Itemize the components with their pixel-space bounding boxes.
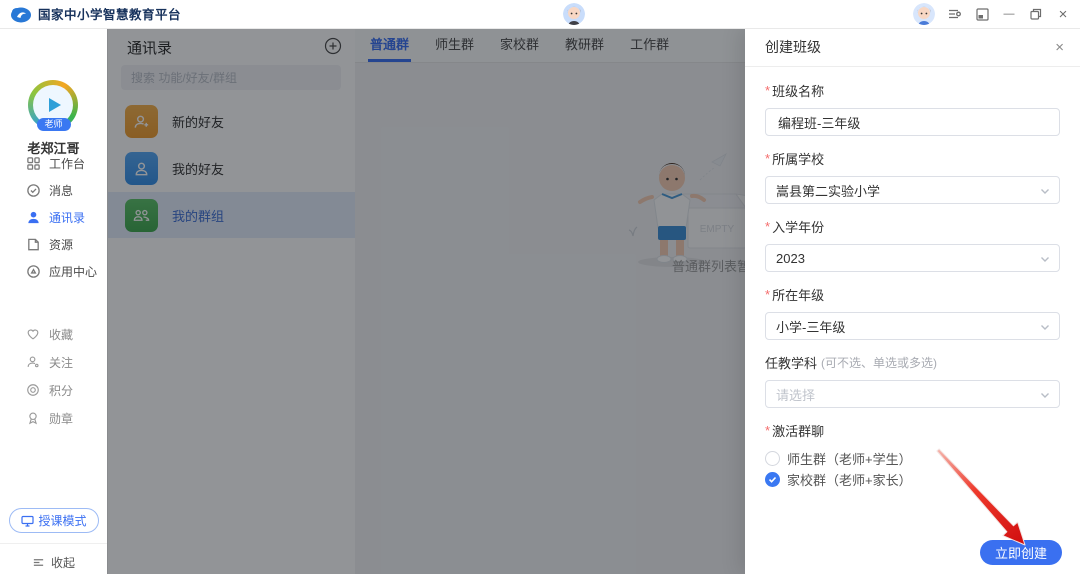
sidebar-item-label: 收藏 [49,326,73,343]
app-center-icon [26,264,41,279]
heart-icon [26,327,41,342]
chevron-down-icon [1040,322,1050,332]
message-icon [26,183,41,198]
required-marker: * [765,287,770,302]
enroll-year-select-value: 2023 [776,251,805,266]
panel-header: 创建班级 × [745,28,1080,67]
user-avatar[interactable] [913,3,935,25]
minimize-icon[interactable]: — [1002,7,1016,21]
field-subject: 任教学科 (可不选、单选或多选) 请选择 [765,353,1060,408]
brand: 国家中小学智慧教育平台 [10,4,181,23]
role-badge: 老师 [36,118,70,131]
school-select-value: 嵩县第二实验小学 [776,181,880,200]
required-marker: * [765,423,770,438]
sidebar-item-label: 资源 [49,236,73,253]
sidebar-item-points[interactable]: 积分 [0,376,107,404]
sidebar-item-label: 积分 [49,382,73,399]
field-activate-chat: * 激活群聊 师生群（老师+学生） 家校群（老师+家长） [765,421,1060,490]
create-class-form: * 班级名称 * 所属学校 嵩县第二实验小学 [745,67,1080,490]
restore-icon[interactable] [1029,7,1043,21]
field-grade: * 所在年级 小学-三年级 [765,285,1060,340]
chevron-down-icon [1040,390,1050,400]
collapse-label: 收起 [51,554,75,571]
teach-mode-label: 授课模式 [38,512,86,529]
window-close-icon[interactable]: × [1056,7,1070,21]
app-window: 国家中小学智慧教育平台 [0,0,1080,574]
radio-home-school-group[interactable]: 家校群（老师+家长） [765,469,1060,490]
follow-icon [26,355,41,370]
contacts-icon [26,210,41,225]
panel-title: 创建班级 [765,37,1055,57]
sidebar-item-resources[interactable]: 资源 [0,231,107,258]
collapse-icon [32,556,45,569]
play-logo-icon [49,98,61,112]
sidebar-item-label: 应用中心 [49,263,97,280]
grade-select[interactable]: 小学-三年级 [765,312,1060,340]
radio-label: 家校群（老师+家长） [787,470,912,489]
field-label: 入学年份 [772,217,824,236]
assistant-avatar[interactable] [563,3,585,25]
class-name-input-wrap [765,108,1060,136]
create-class-panel: 创建班级 × * 班级名称 * 所属学校 嵩县第二实验小学 [745,28,1080,574]
required-marker: * [765,219,770,234]
grade-select-value: 小学-三年级 [776,317,845,336]
sidebar-divider [0,543,107,544]
grid-icon [26,156,41,171]
window-controls: — × [913,0,1070,28]
sidebar-item-app-center[interactable]: 应用中心 [0,258,107,285]
sidebar-item-medals[interactable]: 勋章 [0,404,107,432]
subject-select-placeholder: 请选择 [776,385,815,404]
list-settings-icon[interactable] [948,7,962,21]
create-now-button[interactable]: 立即创建 [980,540,1062,565]
radio-unchecked-icon [765,451,780,466]
collapse-button[interactable]: 收起 [0,554,107,571]
medal-icon [26,411,41,426]
teach-mode-button[interactable]: 授课模式 [9,508,99,533]
radio-label: 师生群（老师+学生） [787,449,912,468]
sidebar-item-workbench[interactable]: 工作台 [0,150,107,177]
subject-select[interactable]: 请选择 [765,380,1060,408]
field-label: 所在年级 [772,285,824,304]
sidebar-item-label: 关注 [49,354,73,371]
field-label: 任教学科 [765,353,817,372]
field-enroll-year: * 入学年份 2023 [765,217,1060,272]
radio-teacher-student-group[interactable]: 师生群（老师+学生） [765,448,1060,469]
required-marker: * [765,151,770,166]
close-icon[interactable]: × [1055,40,1064,55]
sidebar-menu: 工作台 消息 通讯录 [0,150,107,285]
sidebar-item-messages[interactable]: 消息 [0,177,107,204]
modal-overlay [107,28,745,574]
points-icon [26,383,41,398]
chevron-down-icon [1040,254,1050,264]
sidebar-item-label: 通讯录 [49,209,85,226]
field-hint: (可不选、单选或多选) [821,354,937,371]
sidebar-secondary-menu: 收藏 关注 积分 [0,320,107,432]
field-label: 班级名称 [772,81,824,100]
sidebar-item-label: 勋章 [49,410,73,427]
required-marker: * [765,83,770,98]
radio-checked-icon [765,472,780,487]
sidebar-item-label: 工作台 [49,155,85,172]
mini-window-icon[interactable] [975,7,989,21]
sidebar-item-follow[interactable]: 关注 [0,348,107,376]
sidebar: 老师 老郑江哥 工作台 消息 [0,28,108,574]
resource-icon [26,237,41,252]
field-school: * 所属学校 嵩县第二实验小学 [765,149,1060,204]
topbar: 国家中小学智慧教育平台 [0,0,1080,29]
class-name-input[interactable] [776,114,1033,131]
sidebar-item-favorites[interactable]: 收藏 [0,320,107,348]
field-label: 所属学校 [772,149,824,168]
sidebar-item-contacts[interactable]: 通讯录 [0,204,107,231]
chevron-down-icon [1040,186,1050,196]
enroll-year-select[interactable]: 2023 [765,244,1060,272]
screen-icon [21,515,34,527]
sidebar-item-label: 消息 [49,182,73,199]
platform-logo-icon [10,5,32,23]
field-label: 激活群聊 [772,421,824,440]
platform-title: 国家中小学智慧教育平台 [38,4,181,23]
school-select[interactable]: 嵩县第二实验小学 [765,176,1060,204]
field-class-name: * 班级名称 [765,81,1060,136]
